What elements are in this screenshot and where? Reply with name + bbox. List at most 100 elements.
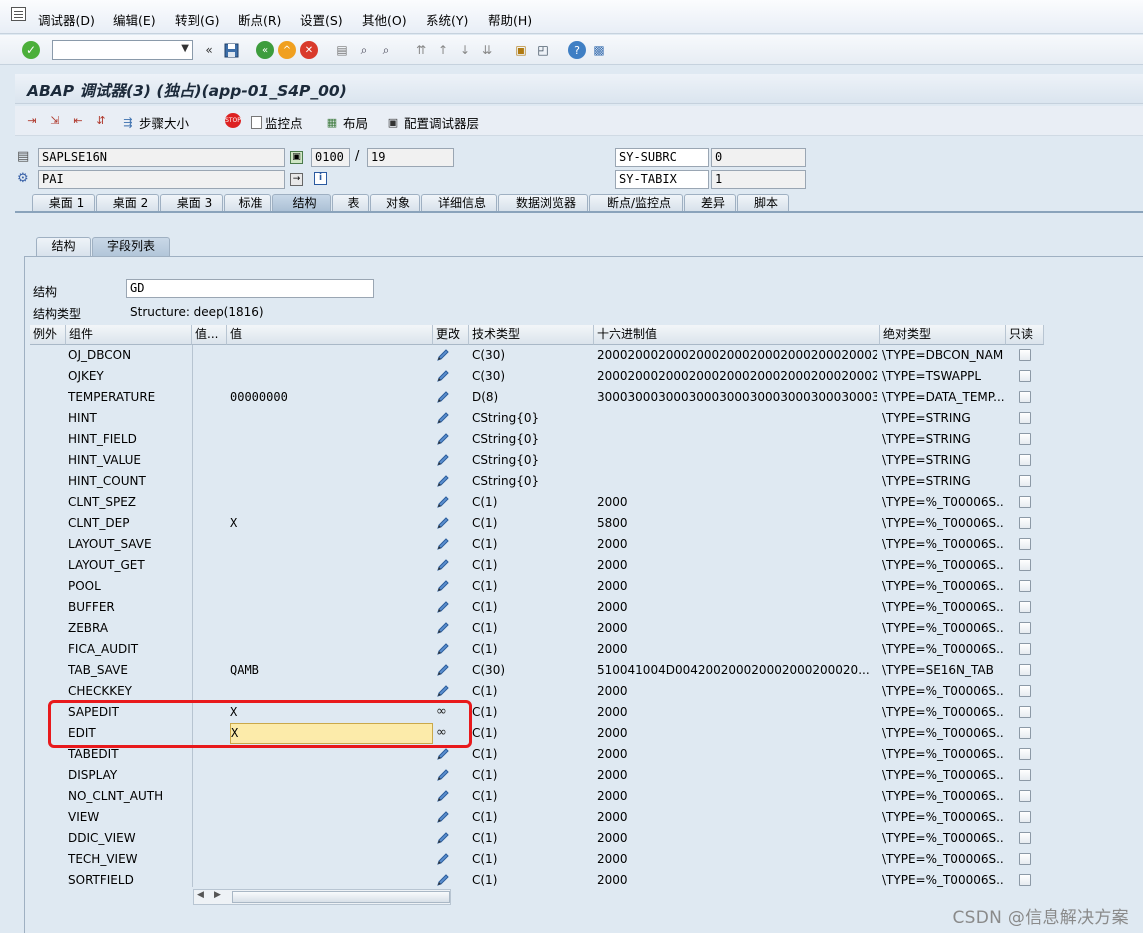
read-only-checkbox[interactable] [1019,412,1031,424]
read-only-checkbox[interactable] [1019,496,1031,508]
chevron-down-icon[interactable]: ▼ [181,43,189,54]
menu-help[interactable]: 帮助(H) [488,10,532,29]
table-row[interactable]: LAYOUT_SAVE C(1) 2000 \TYPE=%_T00006S... [30,534,1044,555]
read-only-checkbox[interactable] [1019,769,1031,781]
layout-button[interactable]: ▦ 布局 [324,113,368,132]
table-row[interactable]: ZEBRA C(1) 2000 \TYPE=%_T00006S... [30,618,1044,639]
next-page-icon[interactable]: ↓ [456,41,474,59]
step-single-icon[interactable]: ⇥ [24,113,40,128]
table-row[interactable]: FICA_AUDIT C(1) 2000 \TYPE=%_T00006S... [30,639,1044,660]
scroll-left-icon[interactable]: ◀ [197,890,204,900]
table-row[interactable]: HINT_FIELD CString{0} \TYPE=STRING [30,429,1044,450]
pencil-icon[interactable] [436,642,450,656]
read-only-checkbox[interactable] [1019,664,1031,676]
read-only-checkbox[interactable] [1019,559,1031,571]
read-only-checkbox[interactable] [1019,349,1031,361]
menu-system[interactable]: 系统(Y) [426,10,468,29]
read-only-checkbox[interactable] [1019,538,1031,550]
read-only-checkbox[interactable] [1019,853,1031,865]
table-row[interactable]: OJ_DBCON C(30) 200020002000200020002000200… [30,345,1044,366]
pencil-icon[interactable] [436,768,450,782]
command-field[interactable]: ▼ [52,40,193,60]
navigate-icon[interactable]: → [290,173,303,186]
menu-goto[interactable]: 转到(G) [175,10,219,29]
pencil-icon[interactable] [436,495,450,509]
read-only-checkbox[interactable] [1019,622,1031,634]
table-row[interactable]: HINT CString{0} \TYPE=STRING [30,408,1044,429]
structure-input[interactable]: GD [126,279,374,298]
tab-standard[interactable]: 标准 [224,194,271,212]
first-page-icon[interactable]: ⇈ [412,41,430,59]
continue-icon[interactable]: ⇵ [93,113,109,128]
pencil-icon[interactable] [436,600,450,614]
step-return-icon[interactable]: ⇤ [70,113,86,128]
table-row[interactable]: VIEW C(1) 2000 \TYPE=%_T00006S... [30,807,1044,828]
read-only-checkbox[interactable] [1019,475,1031,487]
tab-breakpoints[interactable]: 断点/监控点 [589,194,683,212]
menu-breakpoints[interactable]: 断点(R) [238,10,281,29]
step-over-icon[interactable]: ⇲ [47,113,63,128]
find-next-icon[interactable]: ⌕ [377,41,395,59]
table-row[interactable]: CLNT_DEP X C(1) 5800 \TYPE=%_T00006S... [30,513,1044,534]
table-row[interactable]: CLNT_SPEZ C(1) 2000 \TYPE=%_T00006S... [30,492,1044,513]
read-only-checkbox[interactable] [1019,370,1031,382]
table-row[interactable]: DISPLAY C(1) 2000 \TYPE=%_T00006S... [30,765,1044,786]
table-row[interactable]: HINT_COUNT CString{0} \TYPE=STRING [30,471,1044,492]
previous-page-icon[interactable]: ↑ [434,41,452,59]
pencil-icon[interactable] [436,432,450,446]
tab-objects[interactable]: 对象 [370,194,420,212]
pencil-icon[interactable] [436,852,450,866]
pencil-icon[interactable] [436,348,450,362]
read-only-checkbox[interactable] [1019,391,1031,403]
menu-other[interactable]: 其他(O) [362,10,407,29]
table-row[interactable]: DDIC_VIEW C(1) 2000 \TYPE=%_T00006S... [30,828,1044,849]
pencil-icon[interactable] [436,621,450,635]
tab-data-explorer[interactable]: 数据浏览器 [498,194,588,212]
horizontal-scrollbar[interactable]: ◀ ▶ [193,889,451,905]
read-only-checkbox[interactable] [1019,454,1031,466]
table-row[interactable]: TAB_SAVE QAMB C(30) 510041004D0042002000200… [30,660,1044,681]
pencil-icon[interactable] [436,873,450,887]
system-menu-icon[interactable] [11,7,26,21]
pencil-icon[interactable] [436,474,450,488]
column-header-exception[interactable]: 例外 [30,325,66,345]
cancel-icon[interactable]: ✕ [300,41,318,59]
pencil-icon[interactable] [436,684,450,698]
pencil-icon[interactable] [436,453,450,467]
table-row[interactable]: BUFFER C(1) 2000 \TYPE=%_T00006S... [30,597,1044,618]
menu-edit[interactable]: 编辑(E) [113,10,156,29]
table-row[interactable]: POOL C(1) 2000 \TYPE=%_T00006S... [30,576,1044,597]
pencil-icon[interactable] [436,663,450,677]
table-row[interactable]: LAYOUT_GET C(1) 2000 \TYPE=%_T00006S... [30,555,1044,576]
customize-layout-icon[interactable]: ▩ [590,41,608,59]
shortcut-icon[interactable]: ◰ [534,41,552,59]
read-only-checkbox[interactable] [1019,433,1031,445]
pencil-icon[interactable] [436,747,450,761]
read-only-checkbox[interactable] [1019,517,1031,529]
column-header-hex-value[interactable]: 十六进制值 [594,325,880,345]
column-header-tech-type[interactable]: 技术类型 [469,325,594,345]
read-only-checkbox[interactable] [1019,643,1031,655]
column-header-component[interactable]: 组件 [66,325,192,345]
save-icon[interactable] [222,41,240,59]
scroll-right-icon[interactable]: ▶ [214,890,221,900]
read-only-checkbox[interactable] [1019,601,1031,613]
read-only-checkbox[interactable] [1019,727,1031,739]
enter-check-icon[interactable]: ✓ [22,41,40,59]
read-only-checkbox[interactable] [1019,580,1031,592]
pencil-icon[interactable] [436,558,450,572]
read-only-checkbox[interactable] [1019,874,1031,886]
tab-table[interactable]: 表 [332,194,369,212]
info-icon[interactable]: i [314,172,327,185]
help-icon[interactable]: ? [568,41,586,59]
subtab-field-list[interactable]: 字段列表 [92,237,170,256]
tab-desktop-3[interactable]: 桌面 3 [160,194,223,212]
pencil-icon[interactable] [436,390,450,404]
screen-icon[interactable]: ▣ [290,151,303,164]
pencil-icon[interactable] [436,810,450,824]
table-row[interactable]: NO_CLNT_AUTH C(1) 2000 \TYPE=%_T00006S... [30,786,1044,807]
print-icon[interactable]: ▤ [333,41,351,59]
collapse-icon[interactable]: « [200,41,218,59]
table-row[interactable]: SORTFIELD C(1) 2000 \TYPE=%_T00006S... [30,870,1044,891]
back-icon[interactable]: « [256,41,274,59]
